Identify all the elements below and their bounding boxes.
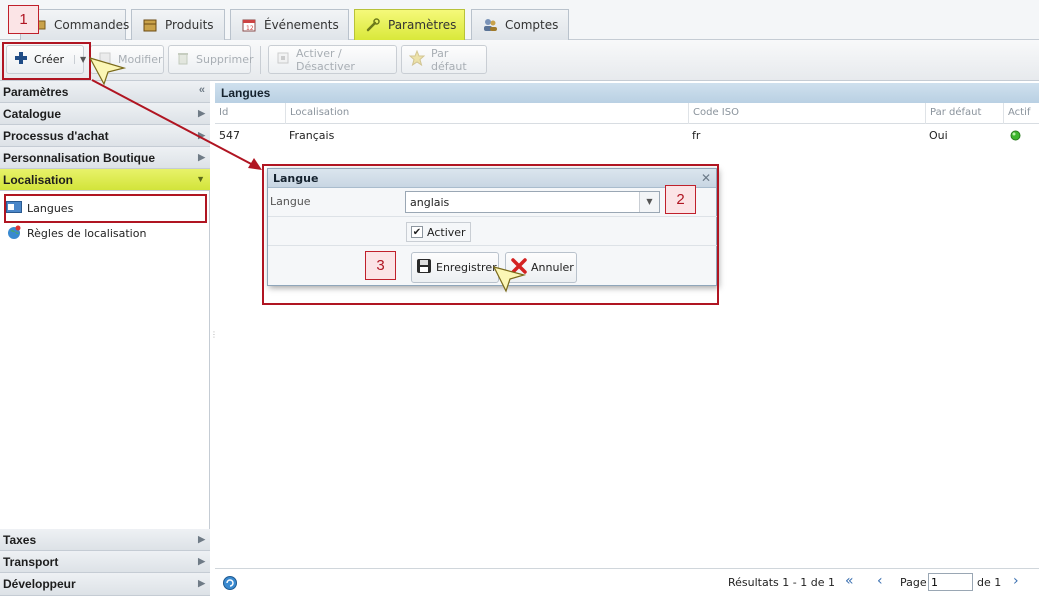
cursor-icon <box>88 57 126 86</box>
annotation-arrow <box>91 79 262 170</box>
cursor-icon <box>492 266 526 293</box>
